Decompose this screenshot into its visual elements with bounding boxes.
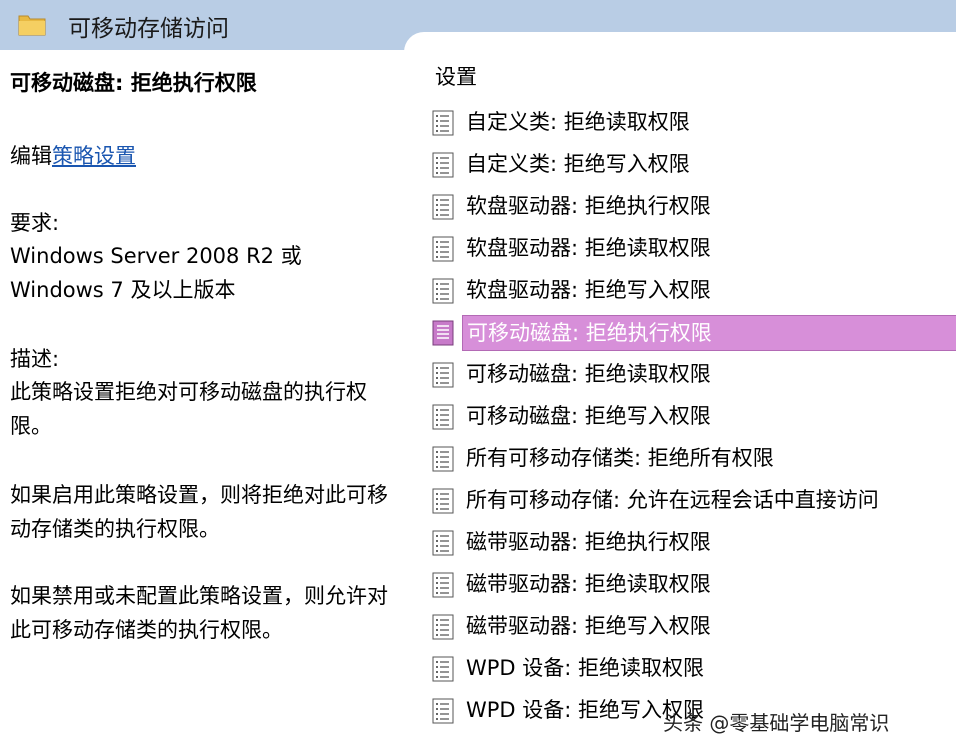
settings-column-header[interactable]: 设置 xyxy=(435,61,477,91)
policy-icon xyxy=(431,698,455,724)
setting-row[interactable]: 自定义类: 拒绝写入权限 xyxy=(428,144,956,186)
policy-icon xyxy=(431,236,455,262)
setting-label: 磁带驱动器: 拒绝写入权限 xyxy=(466,614,711,638)
edit-policy-line: 编辑策略设置 xyxy=(10,140,136,170)
setting-row[interactable]: 可移动磁盘: 拒绝执行权限 xyxy=(428,312,956,354)
policy-icon xyxy=(431,530,455,556)
policy-icon xyxy=(431,194,455,220)
setting-label: 可移动磁盘: 拒绝执行权限 xyxy=(462,315,956,351)
policy-icon xyxy=(431,362,455,388)
setting-row[interactable]: 可移动磁盘: 拒绝读取权限 xyxy=(428,354,956,396)
setting-label: 磁带驱动器: 拒绝执行权限 xyxy=(466,530,711,554)
policy-icon xyxy=(431,572,455,598)
settings-pane: 设置 自定义类: 拒绝读取权限 自定义类: 拒绝写入权限 软盘驱动器: 拒绝执行权限… xyxy=(410,52,956,756)
setting-row[interactable]: 软盘驱动器: 拒绝执行权限 xyxy=(428,186,956,228)
settings-list: 自定义类: 拒绝读取权限 自定义类: 拒绝写入权限 软盘驱动器: 拒绝执行权限 软盘驱… xyxy=(428,102,956,732)
setting-label: WPD 设备: 拒绝读取权限 xyxy=(466,656,705,680)
policy-settings-link[interactable]: 策略设置 xyxy=(52,144,136,168)
setting-row[interactable]: 软盘驱动器: 拒绝写入权限 xyxy=(428,270,956,312)
setting-row[interactable]: 磁带驱动器: 拒绝执行权限 xyxy=(428,522,956,564)
policy-title: 可移动磁盘: 拒绝执行权限 xyxy=(10,71,257,95)
policy-icon xyxy=(431,656,455,682)
setting-label: 自定义类: 拒绝写入权限 xyxy=(466,152,690,176)
setting-label: 自定义类: 拒绝读取权限 xyxy=(466,110,690,134)
requirements-line-1: Windows Server 2008 R2 或 xyxy=(10,244,302,268)
header-title: 可移动存储访问 xyxy=(68,16,229,42)
setting-label: 所有可移动存储: 允许在远程会话中直接访问 xyxy=(466,488,879,512)
policy-icon xyxy=(431,488,455,514)
setting-row[interactable]: WPD 设备: 拒绝读取权限 xyxy=(428,648,956,690)
setting-label: 软盘驱动器: 拒绝读取权限 xyxy=(466,236,711,260)
setting-row[interactable]: 自定义类: 拒绝读取权限 xyxy=(428,102,956,144)
setting-row[interactable]: 可移动磁盘: 拒绝写入权限 xyxy=(428,396,956,438)
setting-row[interactable]: 磁带驱动器: 拒绝读取权限 xyxy=(428,564,956,606)
policy-icon xyxy=(431,404,455,430)
setting-row[interactable]: 所有可移动存储类: 拒绝所有权限 xyxy=(428,438,956,480)
policy-icon xyxy=(431,278,455,304)
setting-label: 软盘驱动器: 拒绝写入权限 xyxy=(466,278,711,302)
watermark: 头条 @零基础学电脑常识 xyxy=(663,711,890,735)
edit-prefix: 编辑 xyxy=(10,144,52,168)
setting-row[interactable]: 磁带驱动器: 拒绝写入权限 xyxy=(428,606,956,648)
description-pane: 可移动磁盘: 拒绝执行权限 编辑策略设置 要求: Windows Server … xyxy=(0,52,410,756)
policy-icon xyxy=(431,152,455,178)
policy-icon xyxy=(431,614,455,640)
policy-icon xyxy=(431,446,455,472)
setting-row[interactable]: 软盘驱动器: 拒绝读取权限 xyxy=(428,228,956,270)
policy-selected-icon xyxy=(431,320,455,346)
setting-label: 软盘驱动器: 拒绝执行权限 xyxy=(466,194,711,218)
requirements-label: 要求: xyxy=(10,211,60,235)
setting-row[interactable]: 所有可移动存储: 允许在远程会话中直接访问 xyxy=(428,480,956,522)
enabled-text: 如果启用此策略设置，则将拒绝对此可移动存储类的执行权限。 xyxy=(10,483,388,541)
setting-label: 可移动磁盘: 拒绝读取权限 xyxy=(466,362,711,386)
requirements-line-2: Windows 7 及以上版本 xyxy=(10,278,236,302)
policy-icon xyxy=(431,110,455,136)
description-label: 描述: xyxy=(10,347,60,371)
setting-label: 所有可移动存储类: 拒绝所有权限 xyxy=(466,446,774,470)
description-text: 此策略设置拒绝对可移动磁盘的执行权限。 xyxy=(10,380,367,438)
folder-icon xyxy=(18,15,46,36)
setting-label: 可移动磁盘: 拒绝写入权限 xyxy=(466,404,711,428)
disabled-text: 如果禁用或未配置此策略设置，则允许对此可移动存储类的执行权限。 xyxy=(10,584,388,642)
setting-label: 磁带驱动器: 拒绝读取权限 xyxy=(466,572,711,596)
